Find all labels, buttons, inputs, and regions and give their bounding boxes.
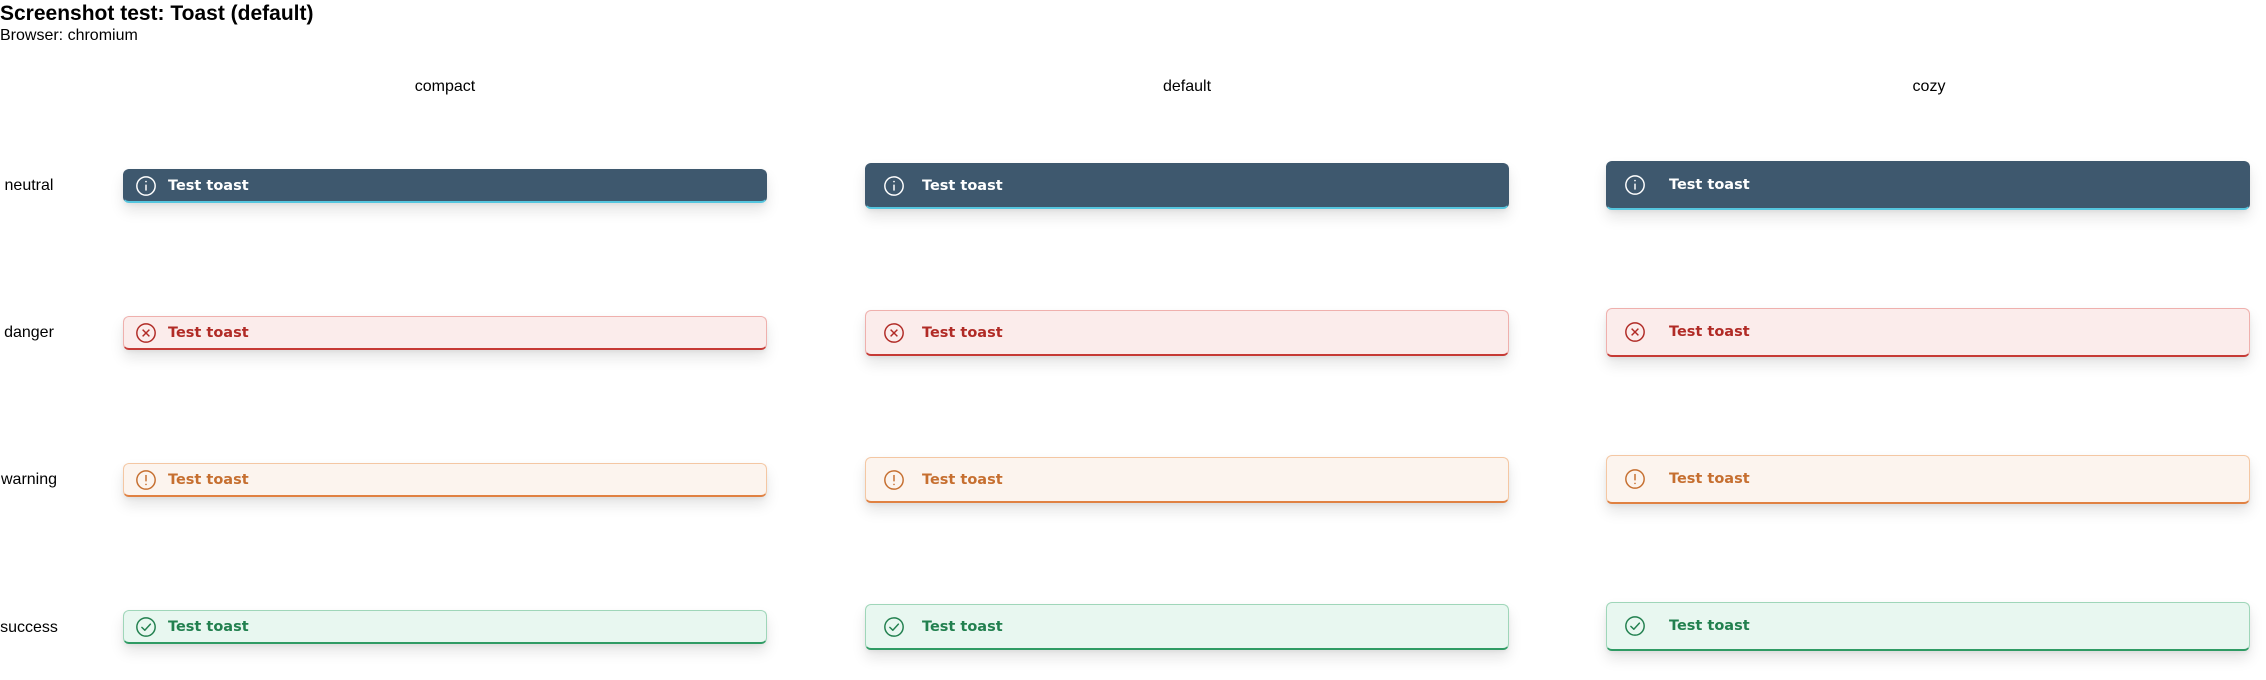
toast-message: Test toast	[168, 618, 249, 635]
toast-warning-default[interactable]: Test toast	[865, 457, 1509, 503]
row-label-success: success	[0, 619, 58, 636]
toast-warning-cozy[interactable]: Test toast	[1606, 455, 2250, 504]
info-icon	[883, 175, 905, 197]
toast-message: Test toast	[922, 618, 1003, 635]
toast-message: Test toast	[922, 324, 1003, 341]
row-label-neutral: neutral	[4, 177, 54, 194]
row-label-warning: warning	[0, 471, 58, 488]
browser-subtitle: Browser: chromium	[0, 27, 138, 44]
toast-neutral-cozy[interactable]: Test toast	[1606, 161, 2250, 210]
toast-success-cozy[interactable]: Test toast	[1606, 602, 2250, 651]
toast-success-default[interactable]: Test toast	[865, 604, 1509, 650]
toast-neutral-compact[interactable]: Test toast	[123, 169, 767, 203]
toast-warning-compact[interactable]: Test toast	[123, 463, 767, 497]
toast-message: Test toast	[168, 324, 249, 341]
toast-success-compact[interactable]: Test toast	[123, 610, 767, 644]
toast-message: Test toast	[1669, 324, 1750, 340]
column-header-compact: compact	[414, 78, 476, 95]
check-circle-icon	[883, 616, 905, 638]
row-label-danger: danger	[4, 324, 54, 341]
check-circle-icon	[1624, 615, 1646, 637]
error-circle-icon	[1624, 321, 1646, 343]
toast-danger-compact[interactable]: Test toast	[123, 316, 767, 350]
check-circle-icon	[135, 616, 157, 638]
warning-icon	[135, 469, 157, 491]
warning-icon	[883, 469, 905, 491]
toast-message: Test toast	[1669, 471, 1750, 487]
toast-message: Test toast	[1669, 618, 1750, 634]
toast-neutral-default[interactable]: Test toast	[865, 163, 1509, 209]
toast-danger-default[interactable]: Test toast	[865, 310, 1509, 356]
error-circle-icon	[883, 322, 905, 344]
error-circle-icon	[135, 322, 157, 344]
toast-message: Test toast	[922, 177, 1003, 194]
toast-message: Test toast	[1669, 177, 1750, 193]
toast-danger-cozy[interactable]: Test toast	[1606, 308, 2250, 357]
warning-icon	[1624, 468, 1646, 490]
toast-message: Test toast	[168, 471, 249, 488]
column-header-default: default	[1162, 78, 1212, 95]
info-icon	[135, 175, 157, 197]
toast-message: Test toast	[922, 471, 1003, 488]
toast-message: Test toast	[168, 177, 249, 194]
info-icon	[1624, 174, 1646, 196]
column-header-cozy: cozy	[1912, 78, 1946, 95]
page-title: Screenshot test: Toast (default)	[0, 2, 314, 25]
